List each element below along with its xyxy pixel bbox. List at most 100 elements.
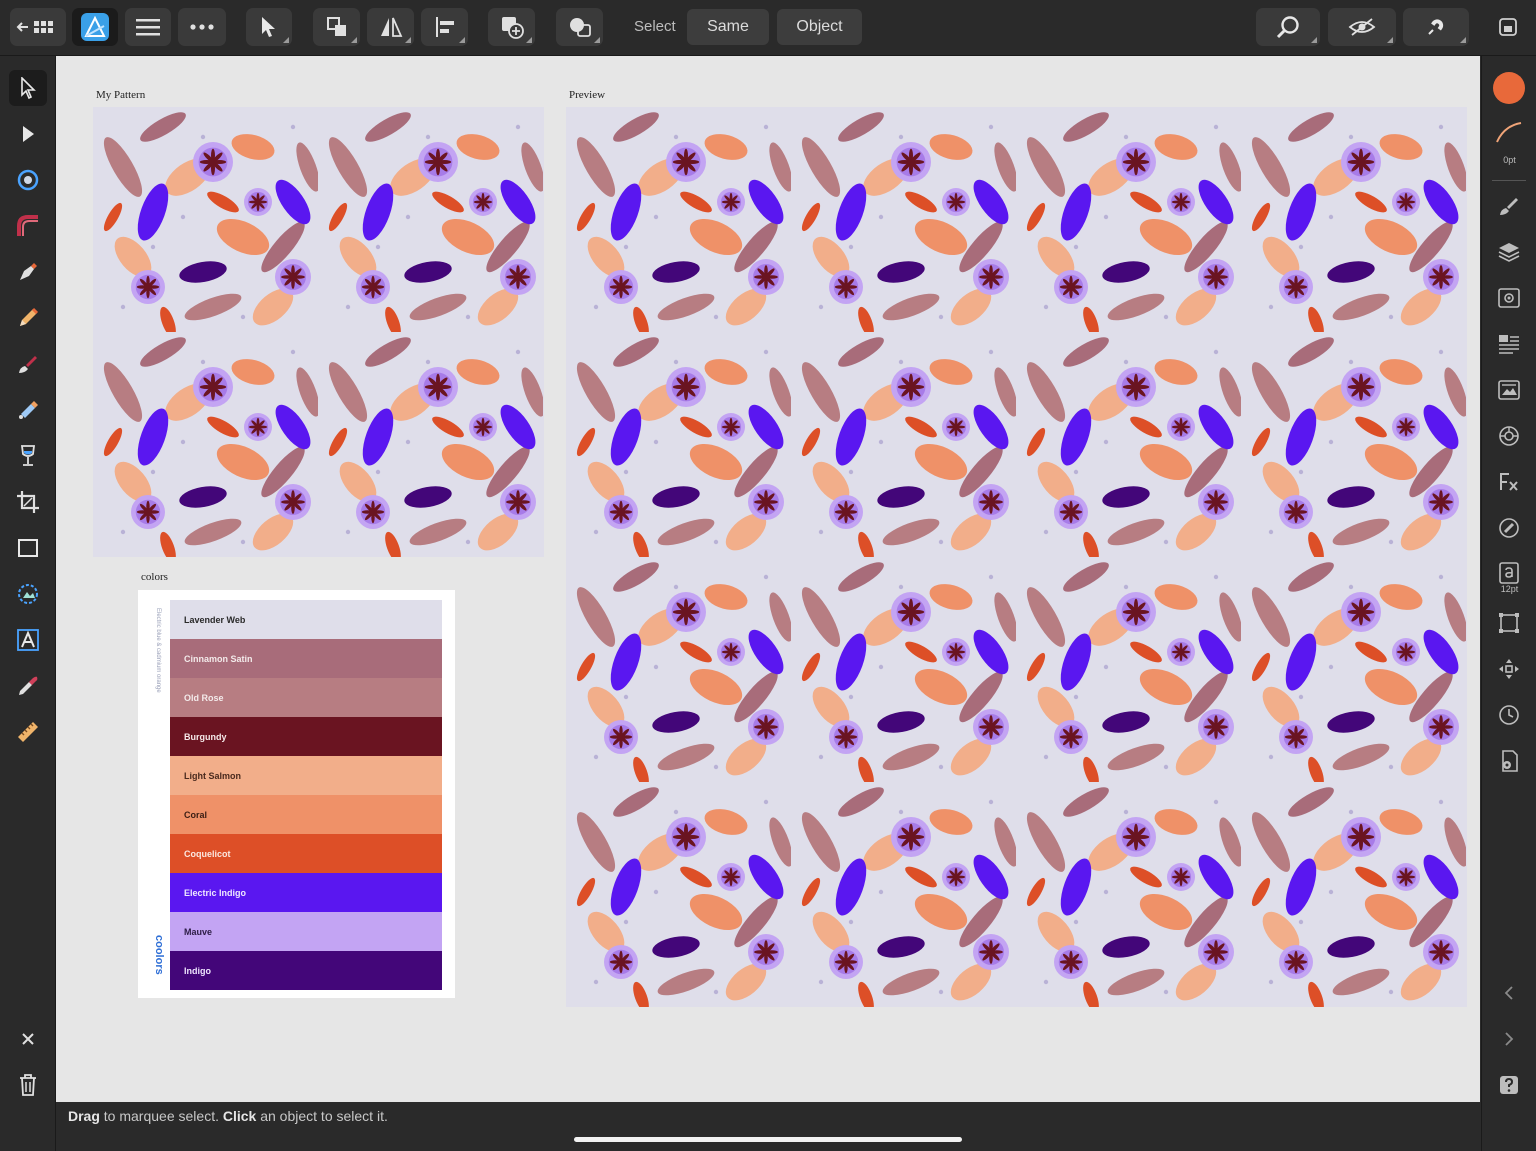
arrange-icon (326, 17, 346, 36)
vector-brush-tool[interactable] (9, 346, 47, 382)
trash-icon (20, 1074, 36, 1096)
swatch-name: Mauve (184, 926, 213, 937)
fill-gradient-icon (19, 401, 38, 419)
swatch-name: Burgundy (184, 731, 227, 742)
brushes-panel-button[interactable] (1492, 189, 1526, 223)
navigator-panel-button[interactable] (1492, 419, 1526, 453)
color-palette-artboard[interactable]: Electric blue & cadmium orange coolors L… (138, 590, 455, 998)
color-swatch[interactable]: Coral (170, 795, 442, 834)
transparency-tool[interactable] (9, 438, 47, 474)
stroke-width-value: 0pt (1503, 155, 1516, 165)
point-transform-icon (17, 169, 39, 191)
layers-panel-button[interactable] (1492, 235, 1526, 269)
move-tool-options-button[interactable] (246, 8, 292, 46)
palette-side-caption: Electric blue & cadmium orange (155, 608, 161, 693)
fill-color-circle-icon (1493, 72, 1525, 104)
point-transform-tool[interactable] (9, 162, 47, 198)
swatch-name: Indigo (184, 965, 211, 976)
menu-button[interactable] (125, 8, 171, 46)
view-mode-button[interactable] (1328, 8, 1396, 46)
fill-color-swatch[interactable] (1492, 71, 1526, 105)
insert-button[interactable] (488, 8, 535, 46)
align-left-icon (435, 17, 454, 37)
export-window-icon (1499, 18, 1517, 36)
select-object-label: Object (796, 18, 843, 35)
home-indicator[interactable] (574, 1137, 962, 1142)
styles-panel-button[interactable] (1492, 511, 1526, 545)
eyedropper-icon (19, 676, 38, 695)
document-canvas[interactable]: My Pattern Preview colors Electric blue … (56, 56, 1480, 1102)
color-swatch[interactable]: Mauve (170, 912, 442, 951)
color-swatch[interactable]: Electric Indigo (170, 873, 442, 912)
status-drag-rest: to marquee select. (99, 1108, 223, 1124)
boolean-operations-button[interactable] (556, 8, 603, 46)
crop-tool[interactable] (9, 484, 47, 520)
navigator-move-panel-button[interactable] (1492, 652, 1526, 686)
color-swatch[interactable]: Indigo (170, 951, 442, 990)
color-swatch[interactable]: Light Salmon (170, 756, 442, 795)
zoom-magnifier-icon (1276, 16, 1299, 39)
pattern-artboard-label[interactable]: My Pattern (96, 89, 145, 101)
wine-glass-icon (20, 445, 36, 466)
text-a-icon (17, 629, 39, 651)
select-same-label: Same (707, 18, 749, 35)
color-picker-tool[interactable] (9, 668, 47, 704)
more-button[interactable] (178, 8, 226, 46)
help-button[interactable] (1492, 1068, 1526, 1102)
close-icon (22, 1033, 34, 1045)
align-button[interactable] (421, 8, 468, 46)
appearance-panel-button[interactable] (1492, 281, 1526, 315)
arrow-cursor-icon (262, 17, 275, 37)
stock-panel-button[interactable] (1492, 373, 1526, 407)
preview-artboard-label[interactable]: Preview (569, 89, 605, 101)
history-panel-button[interactable] (1492, 698, 1526, 732)
insert-shape-icon (501, 17, 524, 39)
expand-panel-button[interactable] (1492, 1022, 1526, 1056)
affinity-designer-icon (81, 13, 109, 41)
select-object-button[interactable]: Object (777, 9, 862, 45)
flip-button[interactable] (367, 8, 414, 46)
designer-persona-button[interactable] (72, 8, 118, 46)
layers-icon (1498, 243, 1520, 262)
color-swatch[interactable]: Old Rose (170, 678, 442, 717)
ellipsis-icon (190, 24, 214, 30)
corner-tool[interactable] (9, 208, 47, 244)
context-status-bar: Drag to marquee select. Click an object … (56, 1103, 1480, 1151)
color-swatch[interactable]: Coquelicot (170, 834, 442, 873)
brush-icon (19, 356, 37, 373)
select-same-button[interactable]: Same (687, 9, 769, 45)
document-settings-panel-button[interactable] (1492, 744, 1526, 778)
panel-divider (1492, 180, 1526, 181)
preview-artboard[interactable] (566, 107, 1467, 1007)
effects-panel-button[interactable] (1492, 465, 1526, 499)
close-button[interactable] (9, 1021, 47, 1057)
back-to-gallery-button[interactable] (10, 8, 66, 46)
zoom-button[interactable] (1256, 8, 1320, 46)
fill-tool[interactable] (9, 392, 47, 428)
colors-artboard-label[interactable]: colors (141, 571, 168, 583)
move-tool[interactable] (9, 70, 47, 106)
artistic-text-tool[interactable] (9, 622, 47, 658)
collapse-panel-button[interactable] (1492, 976, 1526, 1010)
color-swatch[interactable]: Burgundy (170, 717, 442, 756)
pen-tool[interactable] (9, 254, 47, 290)
delete-button[interactable] (9, 1067, 47, 1103)
history-clock-icon (1499, 705, 1519, 725)
node-tool[interactable] (9, 116, 47, 152)
text-styles-panel-button[interactable] (1492, 327, 1526, 361)
snapping-button[interactable] (1403, 8, 1469, 46)
styles-icon (1499, 518, 1519, 538)
export-button[interactable] (1490, 8, 1526, 46)
stroke-width-control[interactable] (1492, 116, 1526, 150)
color-swatch[interactable]: Cinnamon Satin (170, 639, 442, 678)
color-swatch[interactable]: Lavender Web (170, 600, 442, 639)
pattern-artboard[interactable] (93, 107, 544, 557)
rectangle-tool[interactable] (9, 530, 47, 566)
arrange-button[interactable] (313, 8, 360, 46)
place-image-tool[interactable] (9, 576, 47, 612)
transform-panel-button[interactable] (1492, 606, 1526, 640)
status-click-word: Click (222, 1108, 257, 1124)
measure-tool[interactable] (9, 714, 47, 750)
pencil-tool[interactable] (9, 300, 47, 336)
top-toolbar: Select Same Object (0, 0, 1536, 56)
